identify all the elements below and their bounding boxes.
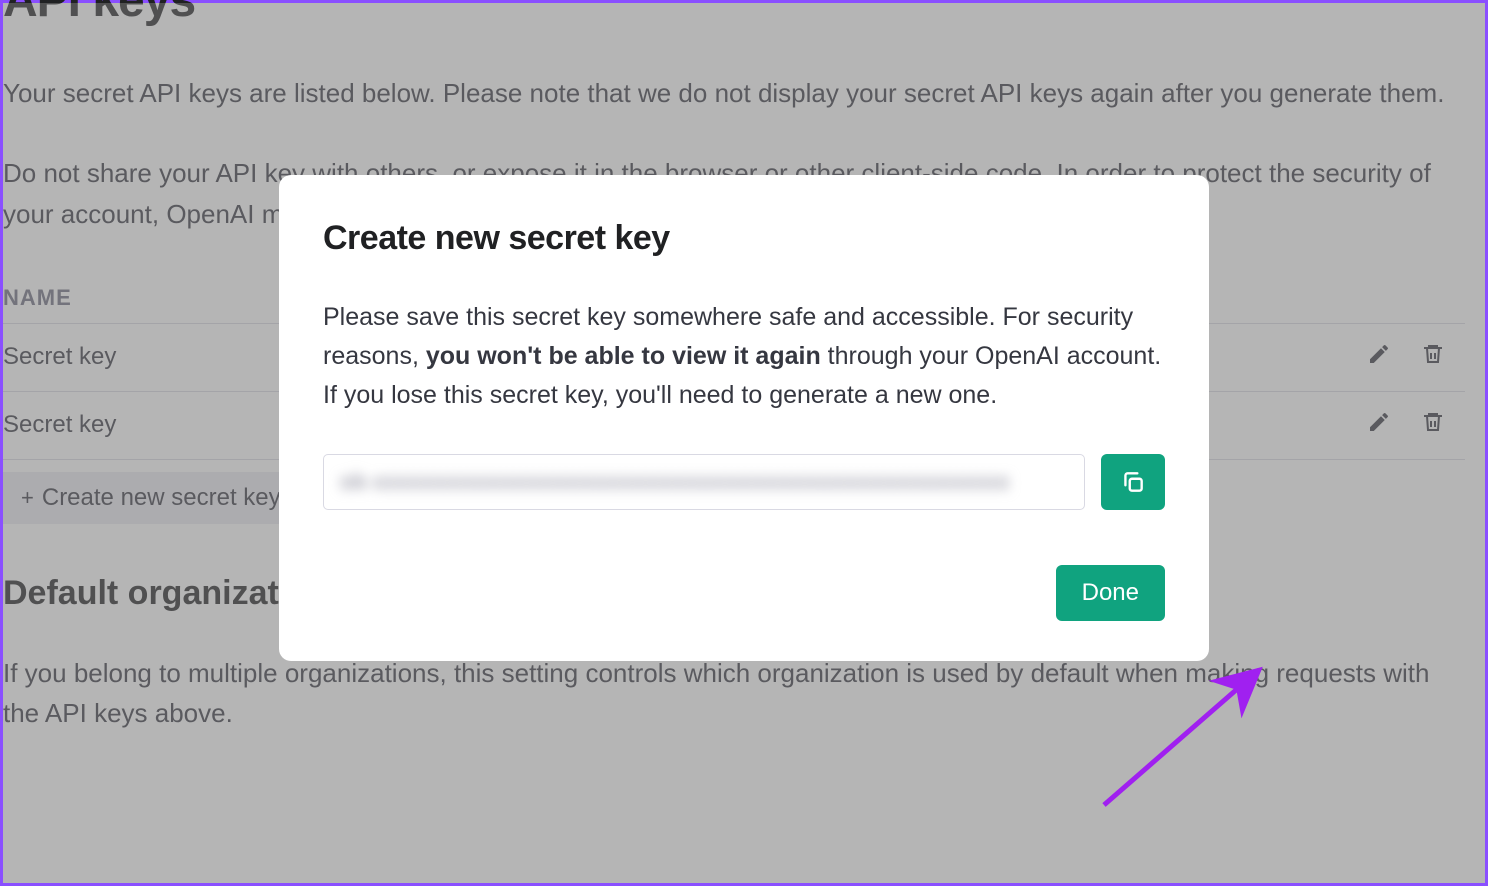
modal-description: Please save this secret key somewhere sa… [323, 298, 1165, 414]
secret-key-value-obscured: sk-xxxxxxxxxxxxxxxxxxxxxxxxxxxxxxxxxxxxx… [324, 455, 1084, 509]
copy-button[interactable] [1101, 454, 1165, 510]
annotation-arrow [1094, 655, 1294, 815]
create-secret-key-modal: Create new secret key Please save this s… [279, 175, 1209, 661]
done-button[interactable]: Done [1056, 565, 1165, 621]
modal-overlay: Create new secret key Please save this s… [3, 3, 1485, 883]
copy-icon [1120, 469, 1146, 495]
modal-title: Create new secret key [323, 219, 1165, 258]
secret-key-input[interactable]: sk-xxxxxxxxxxxxxxxxxxxxxxxxxxxxxxxxxxxxx… [323, 454, 1085, 510]
